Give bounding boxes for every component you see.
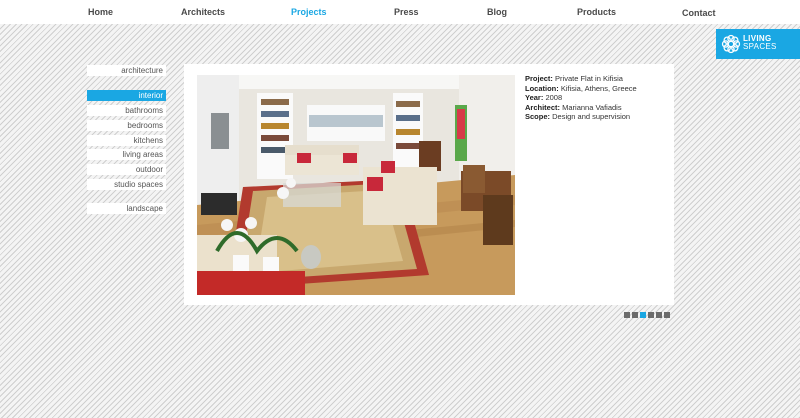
scope-row: Scope: Design and supervision — [525, 112, 670, 122]
location-row: Location: Kifisia, Athens, Greece — [525, 84, 670, 94]
scope-label: Scope: — [525, 112, 551, 122]
architect-value: Marianna Vafiadis — [562, 102, 622, 112]
nav-press[interactable]: Press — [394, 7, 419, 17]
sidebar-item-living-areas[interactable]: living areas — [87, 149, 166, 160]
year-label: Year: — [525, 93, 544, 103]
sidebar-item-bedrooms[interactable]: bedrooms — [87, 120, 166, 131]
year-row: Year: 2008 — [525, 93, 670, 103]
flower-logo-icon — [721, 34, 741, 54]
nav-contact[interactable]: Contact — [682, 8, 716, 18]
nav-home[interactable]: Home — [88, 7, 113, 17]
nav-blog[interactable]: Blog — [487, 7, 507, 17]
architect-label: Architect: — [525, 102, 561, 112]
sidebar-item-kitchens[interactable]: kitchens — [87, 135, 166, 146]
architect-row: Architect: Marianna Vafiadis — [525, 103, 670, 113]
nav-architects[interactable]: Architects — [181, 7, 225, 17]
sidebar-item-landscape[interactable]: landscape — [87, 203, 166, 214]
scope-value: Design and supervision — [552, 112, 631, 122]
sidebar-item-outdoor[interactable]: outdoor — [87, 164, 166, 175]
sidebar-item-bathrooms[interactable]: bathrooms — [87, 105, 166, 116]
logo-line-2: SPACES — [743, 42, 777, 51]
project-label: Project: — [525, 74, 553, 83]
project-photo[interactable] — [197, 75, 515, 295]
top-navigation: Home Architects Projects Press Blog Prod… — [0, 0, 800, 24]
pager-dot-1[interactable] — [624, 312, 630, 318]
sidebar-item-interior[interactable]: interior — [87, 90, 166, 101]
pager-dot-5[interactable] — [656, 312, 662, 318]
project-name-row: Project: Private Flat in Kifisia — [525, 74, 670, 84]
location-value: Kifisia, Athens, Greece — [560, 83, 637, 93]
sidebar-item-studio-spaces[interactable]: studio spaces — [87, 179, 166, 190]
nav-products[interactable]: Products — [577, 7, 616, 17]
sidebar-item-architecture[interactable]: architecture — [87, 65, 166, 76]
living-spaces-logo[interactable]: LIVING SPACES — [716, 29, 800, 59]
pager-dot-4[interactable] — [648, 312, 654, 318]
nav-projects[interactable]: Projects — [291, 7, 327, 17]
project-value: Private Flat in Kifisia — [555, 74, 623, 83]
pager-dot-2[interactable] — [632, 312, 638, 318]
pager-dot-6[interactable] — [664, 312, 670, 318]
project-details: Project: Private Flat in Kifisia Locatio… — [525, 74, 670, 122]
living-room-image — [197, 75, 515, 295]
pager-dot-3[interactable] — [640, 312, 646, 318]
year-value: 2008 — [545, 93, 563, 103]
location-label: Location: — [525, 83, 559, 93]
logo-text: LIVING SPACES — [743, 35, 777, 51]
